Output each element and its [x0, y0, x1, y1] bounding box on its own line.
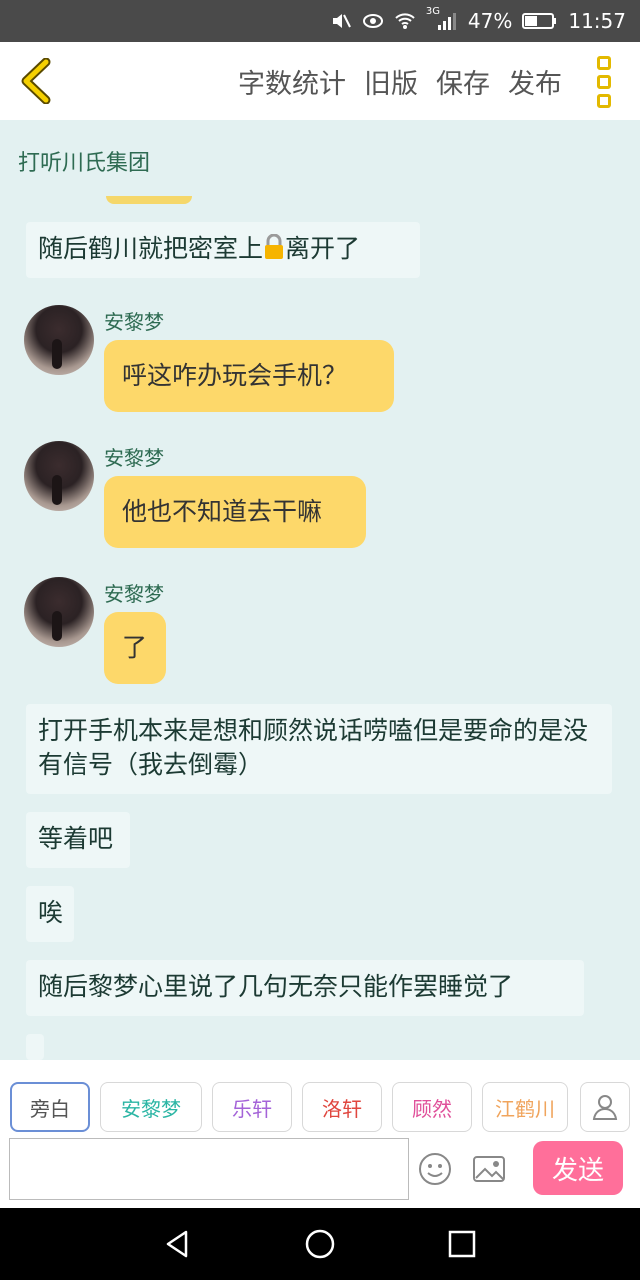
chat-bubble[interactable]: 了 — [104, 612, 166, 684]
clock: 11:57 — [568, 9, 626, 33]
home-circle-icon[interactable] — [304, 1228, 336, 1260]
more-dot — [597, 56, 611, 70]
user-icon — [592, 1095, 618, 1120]
partial-bubble — [106, 196, 192, 204]
back-button[interactable] — [16, 57, 60, 105]
chapter-title: 打听川氏集团 — [18, 151, 151, 176]
narration-text: 随后鹤川就把密室上 — [38, 234, 264, 263]
narration-message[interactable]: 唉 — [26, 886, 74, 942]
save-button[interactable]: 保存 — [436, 62, 490, 101]
role-chip-le-xuan[interactable]: 乐轩 — [212, 1082, 292, 1132]
role-chip-an-limeng[interactable]: 安黎梦 — [100, 1082, 202, 1132]
composer-panel: 旁白 安黎梦 乐轩 洛轩 顾然 江鹤川 发送 — [0, 1060, 640, 1208]
chat-bubble[interactable]: 他也不知道去干嘛 — [104, 476, 366, 548]
narration-text: 离开了 — [285, 234, 361, 263]
publish-button[interactable]: 发布 — [508, 62, 562, 101]
role-chip-jiang-hechuan[interactable]: 江鹤川 — [482, 1082, 568, 1132]
battery-icon — [522, 10, 558, 32]
old-version-button[interactable]: 旧版 — [364, 62, 418, 101]
recents-square-icon[interactable] — [446, 1228, 478, 1260]
narration-message[interactable]: 等着吧 — [26, 812, 130, 868]
narration-message[interactable]: 打开手机本来是想和顾然说话唠嗑但是要命的是没有信号（我去倒霉） — [26, 704, 612, 794]
speaker-name: 安黎梦 — [104, 310, 164, 334]
image-icon — [473, 1156, 505, 1182]
mute-icon — [330, 10, 352, 32]
partial-message — [26, 1034, 44, 1060]
message-input[interactable] — [9, 1138, 409, 1200]
speaker-name: 安黎梦 — [104, 446, 164, 470]
narration-message[interactable]: 随后黎梦心里说了几句无奈只能作罢睡觉了 — [26, 960, 584, 1016]
signal-icon: 3G — [426, 6, 458, 32]
more-dot — [597, 75, 611, 89]
speaker-name: 安黎梦 — [104, 582, 164, 606]
word-count-button[interactable]: 字数统计 — [238, 62, 346, 101]
send-button[interactable]: 发送 — [533, 1141, 623, 1195]
avatar[interactable] — [24, 577, 94, 647]
avatar[interactable] — [24, 305, 94, 375]
top-toolbar: 字数统计 旧版 保存 发布 — [0, 42, 640, 120]
more-menu-button[interactable] — [592, 56, 616, 108]
emoji-button[interactable] — [418, 1152, 452, 1186]
wifi-icon — [394, 10, 416, 32]
image-button[interactable] — [472, 1152, 506, 1186]
battery-percent: 47% — [467, 9, 513, 33]
chevron-left-icon — [21, 57, 51, 105]
role-chip-gu-ran[interactable]: 顾然 — [392, 1082, 472, 1132]
role-chip-luo-xuan[interactable]: 洛轩 — [302, 1082, 382, 1132]
network-type: 3G — [425, 6, 441, 17]
chat-bubble[interactable]: 呼这咋办玩会手机？ — [104, 340, 394, 412]
role-chip-narrator[interactable]: 旁白 — [10, 1082, 90, 1132]
eye-icon — [362, 10, 384, 32]
smiley-icon — [419, 1153, 451, 1185]
system-nav-bar — [0, 1208, 640, 1280]
status-bar: 3G 47% 11:57 — [0, 0, 640, 42]
role-selector: 旁白 安黎梦 乐轩 洛轩 顾然 江鹤川 — [10, 1082, 568, 1132]
lock-icon — [263, 233, 285, 260]
avatar[interactable] — [24, 441, 94, 511]
add-role-button[interactable] — [580, 1082, 630, 1132]
more-dot — [597, 94, 611, 108]
back-triangle-icon[interactable] — [162, 1228, 194, 1260]
narration-message[interactable]: 随后鹤川就把密室上 离开了 — [26, 222, 420, 278]
